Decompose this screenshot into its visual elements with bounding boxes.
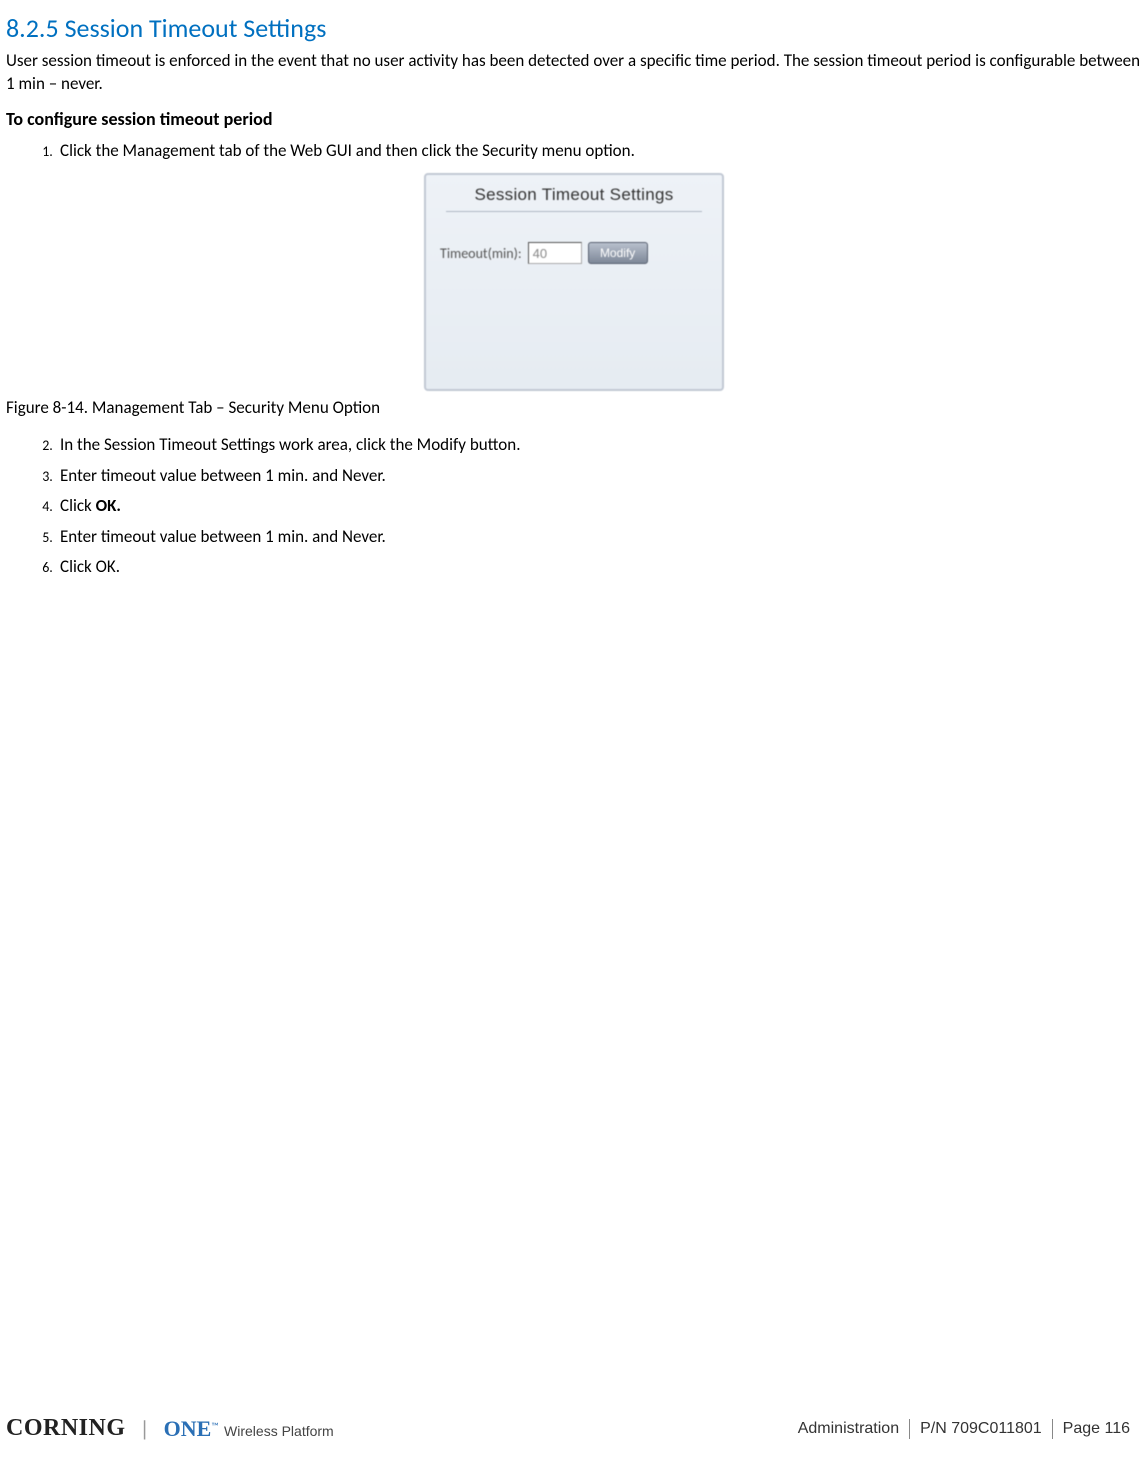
platform-text: Wireless Platform xyxy=(224,1423,334,1439)
footer-right: Administration P/N 709C011801 Page 116 xyxy=(798,1419,1130,1439)
steps-list-bottom: In the Session Timeout Settings work are… xyxy=(56,432,1142,580)
timeout-row: Timeout(min): Modify xyxy=(440,242,708,264)
section-heading: 8.2.5 Session Timeout Settings xyxy=(6,12,1142,44)
modify-button[interactable]: Modify xyxy=(588,242,648,264)
list-item: Click the Management tab of the Web GUI … xyxy=(56,138,1142,164)
list-item: Click OK. xyxy=(56,493,1142,519)
footer-page: Page 116 xyxy=(1063,1420,1130,1438)
list-item: Enter timeout value between 1 min. and N… xyxy=(56,524,1142,550)
one-platform-logo: ONE™ Wireless Platform xyxy=(164,1416,334,1442)
steps-list-top: Click the Management tab of the Web GUI … xyxy=(56,138,1142,164)
intro-paragraph: User session timeout is enforced in the … xyxy=(6,50,1142,96)
timeout-label: Timeout(min): xyxy=(440,245,522,262)
section-number: 8.2.5 xyxy=(6,12,59,44)
section-title: Session Timeout Settings xyxy=(65,12,327,44)
footer-separator xyxy=(909,1419,910,1439)
gui-screenshot: Session Timeout Settings Timeout(min): M… xyxy=(424,173,724,391)
figure-caption: Figure 8-14. Management Tab – Security M… xyxy=(6,397,1142,418)
footer-left: CORNING | ONE™ Wireless Platform xyxy=(6,1415,334,1442)
list-item: In the Session Timeout Settings work are… xyxy=(56,432,1142,458)
gui-panel-title: Session Timeout Settings xyxy=(440,185,708,205)
footer-section: Administration xyxy=(798,1420,899,1438)
logo-separator: | xyxy=(140,1415,150,1442)
tm-icon: ™ xyxy=(211,1419,218,1432)
procedure-heading: To configure session timeout period xyxy=(6,108,1142,130)
timeout-input[interactable] xyxy=(528,242,582,264)
page-footer: CORNING | ONE™ Wireless Platform Adminis… xyxy=(6,1415,1130,1442)
footer-pn: P/N 709C011801 xyxy=(920,1420,1042,1438)
one-text: ONE xyxy=(164,1416,212,1441)
figure-container: Session Timeout Settings Timeout(min): M… xyxy=(6,173,1142,391)
list-item: Enter timeout value between 1 min. and N… xyxy=(56,463,1142,489)
divider xyxy=(446,211,702,212)
corning-logo: CORNING xyxy=(6,1415,126,1442)
list-item: Click OK. xyxy=(56,554,1142,580)
footer-separator xyxy=(1052,1419,1053,1439)
